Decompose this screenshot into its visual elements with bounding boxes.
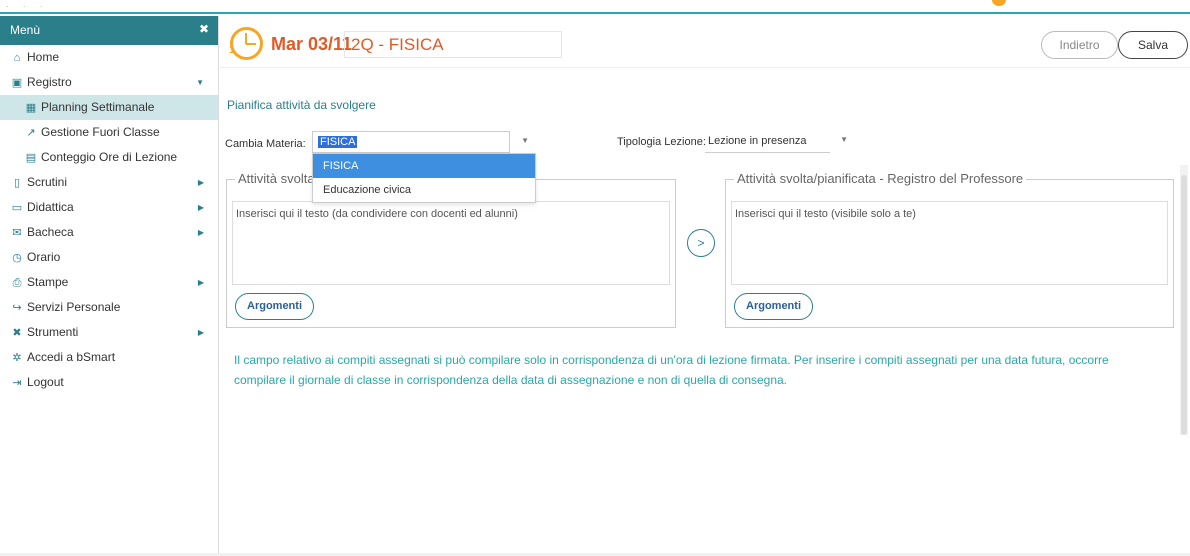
sidebar-item-stampe[interactable]: ⎙ Stampe ▶ <box>0 270 218 295</box>
activity-textarea[interactable]: Inserisci qui il testo (da condividere c… <box>232 201 670 285</box>
subject-selected-value: FISICA <box>318 136 358 148</box>
topics-button[interactable]: Argomenti <box>235 293 314 320</box>
sidebar-item-label: Strumenti <box>27 325 79 339</box>
chevron-right-icon[interactable]: ▶ <box>198 170 204 195</box>
sidebar-item-label: Stampe <box>27 275 69 289</box>
sidebar-item-scrutini[interactable]: ▯ Scrutini ▶ <box>0 170 218 195</box>
lesson-date: Mar 03/11 <box>271 34 353 54</box>
calendar-check-icon: ▣ <box>11 77 23 89</box>
hour-number: 1 <box>229 44 236 56</box>
top-dots: · · · <box>6 2 49 11</box>
share-icon: ↪ <box>12 302 22 314</box>
sidebar-item-home[interactable]: ⌂ Home <box>0 45 218 70</box>
printer-icon: ⎙ <box>12 277 22 289</box>
close-icon[interactable]: ✖ <box>199 22 209 36</box>
home-icon: ⌂ <box>13 52 21 64</box>
lesson-type-select[interactable]: Lezione in presenza ▼ <box>705 131 848 153</box>
chevron-right-icon[interactable]: ▶ <box>198 270 204 295</box>
sidebar-item-orario[interactable]: ◷ Orario <box>0 245 218 270</box>
chevron-down-icon[interactable]: ▼ <box>521 136 529 145</box>
subject-dropdown: FISICA Educazione civica <box>312 153 536 203</box>
top-strip: · · · <box>0 0 1190 14</box>
teacher-register-legend: Attività svolta/pianificata - Registro d… <box>734 171 1027 186</box>
class-subject-title: 2Q - FISICA <box>344 31 562 58</box>
scrollbar[interactable] <box>1180 165 1188 435</box>
plan-title: Pianifica attività da svolgere <box>227 98 376 112</box>
sidebar-item-label: Bacheca <box>27 225 74 239</box>
bulletin-icon: ✉ <box>12 227 22 239</box>
lesson-type-value: Lezione in presenza <box>708 135 807 147</box>
sidebar-item-label: Conteggio Ore di Lezione <box>41 150 178 164</box>
sidebar-item-label: Home <box>27 50 60 64</box>
sidebar-item-conteggio-ore-di-lezione[interactable]: ▤ Conteggio Ore di Lezione <box>0 145 218 170</box>
notification-dot <box>992 0 1006 6</box>
sidebar-item-servizi-personale[interactable]: ↪ Servizi Personale <box>0 295 218 320</box>
subject-option[interactable]: Educazione civica <box>313 178 535 202</box>
copy-arrow-button[interactable]: > <box>687 229 715 257</box>
activity-legend: Attività svolta <box>235 171 318 186</box>
teacher-register-box: Attività svolta/pianificata - Registro d… <box>725 171 1174 328</box>
sidebar-item-didattica[interactable]: ▭ Didattica ▶ <box>0 195 218 220</box>
back-button[interactable]: Indietro <box>1041 31 1118 59</box>
sidebar-item-accedi-a-bsmart[interactable]: ✲ Accedi a bSmart <box>0 345 218 370</box>
chevron-down-icon[interactable]: ▼ <box>840 135 848 144</box>
clock-icon: 1 <box>229 27 263 60</box>
sidebar-title: Menù <box>10 23 41 37</box>
sidebar-header: Menù ✖ <box>0 16 218 45</box>
sidebar-nav: ⌂ Home ▣ Registro ▼ ▦ Planning Settimanale ↗ Ges… <box>0 45 218 395</box>
chevron-right-icon[interactable]: ▶ <box>198 195 204 220</box>
sidebar-item-label: Gestione Fuori Classe <box>41 125 160 139</box>
subject-option[interactable]: FISICA <box>313 154 535 178</box>
sidebar-item-bacheca[interactable]: ✉ Bacheca ▶ <box>0 220 218 245</box>
sidebar-item-label: Registro <box>27 75 72 89</box>
header: 1 Mar 03/11 2Q - FISICA Indietro Salva <box>220 16 1190 68</box>
sidebar-item-label: Planning Settimanale <box>41 100 155 114</box>
sidebar-item-logout[interactable]: ⇥ Logout <box>0 370 218 395</box>
external-link-icon: ↗ <box>26 127 36 139</box>
subject-select[interactable]: FISICA ▼ <box>312 131 529 153</box>
chevron-right-icon[interactable]: ▶ <box>198 320 204 345</box>
chevron-right-icon[interactable]: ▶ <box>198 220 204 245</box>
save-button[interactable]: Salva <box>1118 31 1188 59</box>
sidebar: Menù ✖ ⌂ Home ▣ Registro ▼ ▦ Planning Settiman… <box>0 16 219 556</box>
logout-icon: ⇥ <box>12 377 22 389</box>
teacher-register-textarea[interactable]: Inserisci qui il testo (visibile solo a … <box>731 201 1168 285</box>
sidebar-item-label: Didattica <box>27 200 74 214</box>
sidebar-item-label: Orario <box>27 250 61 264</box>
tools-icon: ✖ <box>12 327 22 339</box>
book-icon: ▭ <box>11 202 23 214</box>
bsmart-icon: ✲ <box>12 352 22 364</box>
table-icon: ▤ <box>25 152 37 164</box>
sidebar-item-strumenti[interactable]: ✖ Strumenti ▶ <box>0 320 218 345</box>
sidebar-item-label: Scrutini <box>27 175 68 189</box>
homework-notice: Il campo relativo ai compiti assegnati s… <box>234 353 1109 387</box>
calendar-icon: ▦ <box>25 102 37 114</box>
sidebar-item-label: Accedi a bSmart <box>27 350 116 364</box>
scrollbar-thumb[interactable] <box>1181 175 1187 435</box>
topics-button-right[interactable]: Argomenti <box>734 293 813 320</box>
chevron-down-icon[interactable]: ▼ <box>196 70 204 95</box>
sidebar-item-planning-settimanale[interactable]: ▦ Planning Settimanale <box>0 95 218 120</box>
sidebar-item-label: Servizi Personale <box>27 300 121 314</box>
lesson-type-label: Tipologia Lezione: <box>617 136 706 148</box>
sidebar-item-label: Logout <box>27 375 64 389</box>
sidebar-item-registro[interactable]: ▣ Registro ▼ <box>0 70 218 95</box>
sidebar-item-gestione-fuori-classe[interactable]: ↗ Gestione Fuori Classe <box>0 120 218 145</box>
document-icon: ▯ <box>13 177 21 189</box>
clock-icon: ◷ <box>12 252 22 264</box>
subject-label: Cambia Materia: <box>225 138 306 150</box>
